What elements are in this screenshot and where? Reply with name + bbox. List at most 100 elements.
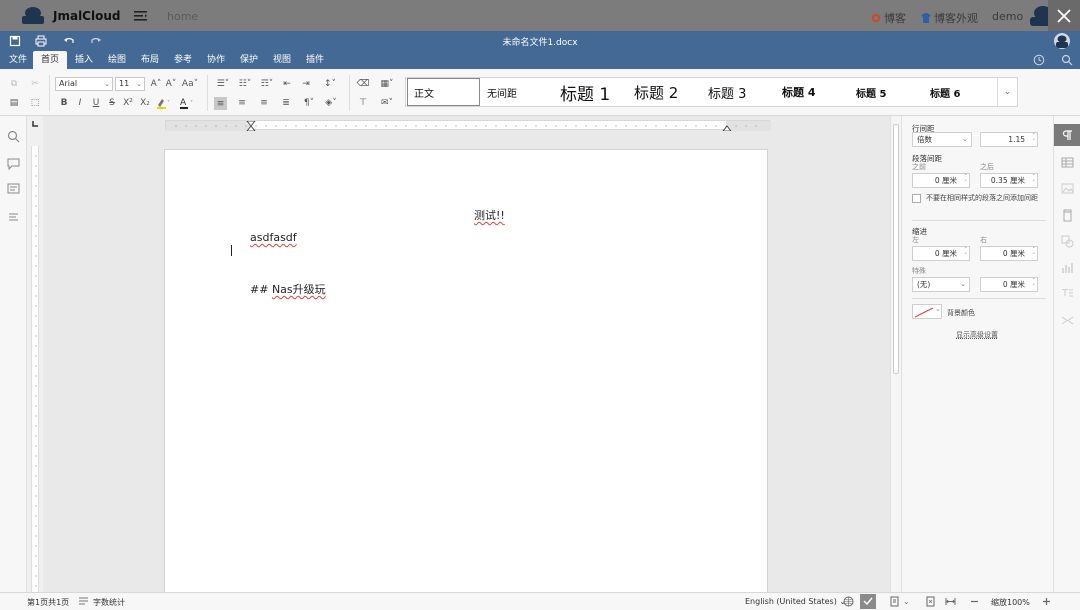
breadcrumb-home[interactable]: home [167,10,198,23]
style-no-spacing[interactable]: 无间距 [481,78,551,106]
align-center-icon[interactable]: ≡ [236,97,248,109]
blog-theme-link[interactable]: 博客外观 [921,10,978,26]
advanced-settings-link[interactable]: 显示高级设置 [956,330,998,340]
increase-font-icon[interactable]: A˄ [150,78,162,90]
image-settings-icon[interactable] [1061,182,1074,195]
zoom-in-icon[interactable] [1041,596,1052,607]
spacing-before-field[interactable]: 0 厘米 ˄ ˅ [912,173,970,188]
navigation-icon[interactable] [7,182,20,195]
spinner-icon[interactable]: ˄ ˅ [1033,174,1036,186]
word-count-icon[interactable] [78,596,89,607]
superscript-icon[interactable]: X² [122,97,134,109]
indent-right-field[interactable]: 0 厘米 ˄ ˅ [980,246,1038,261]
document-page[interactable]: 测试!! asdfasdf ## Nas升级玩 [164,149,768,592]
paragraph-marks-icon[interactable]: ¶˅ [300,97,318,109]
line-spacing-value-field[interactable]: 1.15 ˄ ˅ [980,132,1038,147]
paste-icon[interactable]: ▤ [8,97,20,109]
bold-icon[interactable]: B [58,97,70,109]
fit-width-icon[interactable] [945,596,956,607]
tab-insert[interactable]: 插入 [67,51,101,69]
tab-home[interactable]: 首页 [33,51,68,69]
decrease-indent-icon[interactable]: ⇤ [281,78,293,90]
cut-icon[interactable]: ✂ [29,78,41,90]
document-line-3[interactable]: ## Nas升级玩 [250,281,326,297]
italic-icon[interactable]: I [74,97,86,109]
close-button[interactable] [1048,0,1080,31]
tab-stop-icon[interactable] [31,120,39,128]
bullet-list-icon[interactable]: ☰˅ [214,78,232,90]
justify-icon[interactable]: ≣ [280,97,292,109]
format-painter-icon[interactable]: ⊤ [357,97,369,109]
style-heading-1[interactable]: 标题 1 [554,78,626,106]
font-color-icon[interactable]: A ˅ [178,97,196,109]
numbered-list-icon[interactable]: ☷˅ [236,78,254,90]
vertical-scrollbar[interactable] [890,116,901,592]
chevron-down-icon[interactable]: ⌄ [997,78,1017,106]
zoom-out-icon[interactable] [969,596,980,607]
line-spacing-icon[interactable]: ↕˅ [321,78,339,90]
no-space-same-style-checkbox[interactable] [912,194,921,203]
menu-toggle-icon[interactable] [134,11,147,21]
align-right-icon[interactable]: ≡ [258,97,270,109]
tab-layout[interactable]: 布局 [133,51,167,69]
language-select[interactable]: English (United States) ⌄ [745,597,846,606]
search-icon[interactable] [1061,54,1073,66]
style-heading-6[interactable]: 标题 6 [924,78,996,106]
scrollbar-thumb[interactable] [893,124,899,374]
background-color-picker[interactable]: ˅ [912,304,942,319]
editor-user-avatar[interactable] [1054,33,1070,49]
shading-icon[interactable]: ◈˅ [322,97,340,109]
mail-merge-icon[interactable]: ✉˅ [378,97,396,109]
comments-icon[interactable] [7,157,20,170]
chart-settings-icon[interactable] [1061,261,1074,274]
tab-references[interactable]: 参考 [166,51,200,69]
special-indent-value-field[interactable]: 0 厘米 ˄ ˅ [980,277,1038,292]
subscript-icon[interactable]: X₂ [139,97,151,109]
shape-settings-icon[interactable] [1061,235,1074,248]
style-heading-3[interactable]: 标题 3 [702,78,774,106]
tab-view[interactable]: 视图 [265,51,299,69]
style-heading-2[interactable]: 标题 2 [628,78,700,106]
track-changes-dropdown-icon[interactable]: ⌄ [903,597,910,606]
decrease-font-icon[interactable]: A˅ [165,78,177,90]
history-icon[interactable] [1033,54,1045,66]
spinner-icon[interactable]: ˄ ˅ [1033,133,1036,145]
tab-file[interactable]: 文件 [1,51,35,69]
spinner-icon[interactable]: ˄ ˅ [965,174,968,186]
user-name[interactable]: demo [992,10,1023,23]
fit-page-icon[interactable] [925,596,936,607]
document-canvas[interactable]: 测试!! asdfasdf ## Nas升级玩 [43,116,890,592]
tab-plugins[interactable]: 插件 [298,51,332,69]
signature-icon[interactable] [1061,314,1074,327]
track-changes-icon[interactable] [890,596,901,607]
text-art-icon[interactable]: T [1061,286,1074,299]
style-heading-5[interactable]: 标题 5 [850,78,922,106]
spell-check-button[interactable] [860,594,876,609]
spinner-icon[interactable]: ˄ ˅ [1033,278,1036,290]
jmalcloud-logo-icon[interactable] [20,6,46,26]
increase-indent-icon[interactable]: ⇥ [300,78,312,90]
line-spacing-mode-select[interactable]: 倍数 ⌄ [912,132,972,147]
tab-protect[interactable]: 保护 [232,51,266,69]
change-case-icon[interactable]: Aa˅ [181,78,199,90]
spinner-icon[interactable]: ˄ ˅ [1033,247,1036,259]
highlight-color-icon[interactable]: ˅ [155,97,173,109]
style-normal[interactable]: 正文 [407,78,480,106]
underline-icon[interactable]: U [90,97,102,109]
strikethrough-icon[interactable]: S [106,97,118,109]
special-indent-select[interactable]: (无) ⌄ [912,277,970,292]
document-heading[interactable]: 测试!! [474,207,505,223]
tab-draw[interactable]: 绘图 [100,51,134,69]
page-info[interactable]: 第1页共1页 [27,597,69,608]
tab-collaborate[interactable]: 协作 [199,51,233,69]
spinner-icon[interactable]: ˄ ˅ [965,247,968,259]
copy-icon[interactable]: ⧉ [8,78,20,90]
table-settings-icon[interactable] [1061,156,1074,169]
brand-name[interactable]: JmalCloud [53,9,120,23]
blog-link[interactable]: 博客 [871,10,906,26]
zoom-level[interactable]: 缩放100% [991,597,1030,608]
headings-icon[interactable] [7,210,20,223]
multilevel-list-icon[interactable]: ☶˅ [258,78,276,90]
copy-style-icon[interactable]: ▦˅ [378,78,396,90]
globe-icon[interactable] [843,596,854,607]
